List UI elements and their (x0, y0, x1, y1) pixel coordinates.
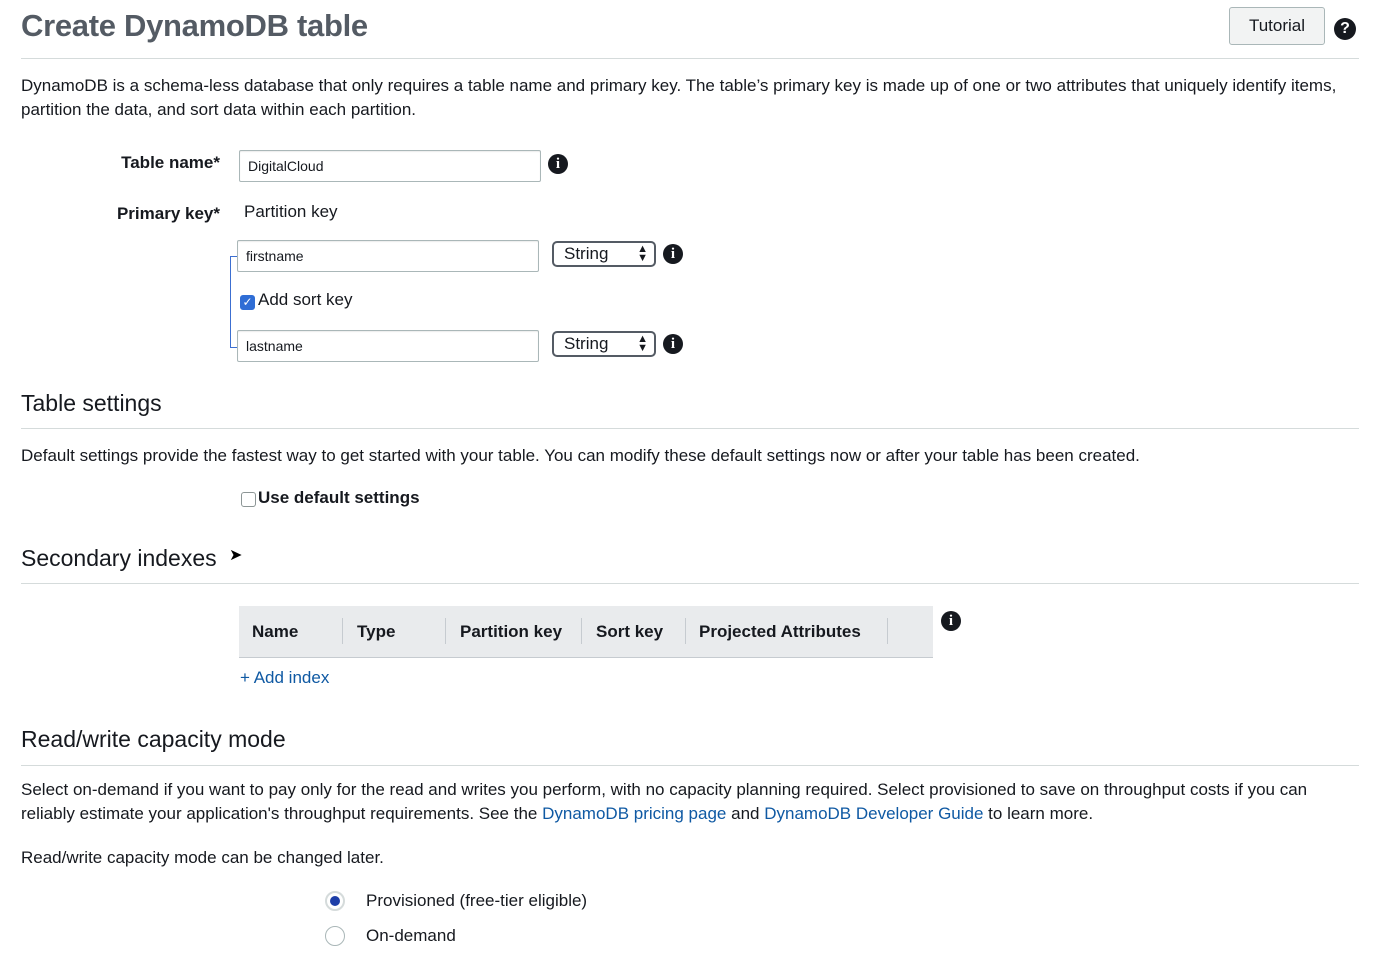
mouse-cursor-icon: ➤ (229, 547, 243, 564)
column-header-projected-attributes[interactable]: Projected Attributes (699, 622, 861, 642)
table-settings-divider (21, 428, 1359, 429)
partition-key-input[interactable] (237, 240, 539, 272)
add-sort-key-label[interactable]: Add sort key (258, 290, 353, 310)
intro-text: DynamoDB is a schema-less database that … (21, 76, 1337, 119)
secondary-indexes-divider (21, 583, 1359, 584)
page-title: Create DynamoDB table (21, 8, 368, 43)
tutorial-button[interactable]: Tutorial (1229, 7, 1325, 45)
provisioned-radio[interactable] (325, 891, 345, 911)
select-arrows-icon: ▲ ▼ (637, 243, 648, 264)
partition-key-type-value: String (564, 244, 609, 263)
secondary-indexes-info-icon[interactable]: i (941, 611, 961, 631)
table-name-info-icon[interactable]: i (548, 154, 568, 174)
column-separator (445, 618, 446, 644)
partition-key-heading: Partition key (244, 202, 338, 221)
column-separator (887, 618, 888, 644)
question-circle-icon[interactable]: ? (1334, 18, 1356, 40)
sort-key-info-icon[interactable]: i (663, 334, 683, 354)
capacity-text-after: to learn more. (988, 804, 1094, 823)
secondary-indexes-heading: Secondary indexes (21, 545, 217, 571)
sort-key-input[interactable] (237, 330, 539, 362)
select-arrows-icon: ▲ ▼ (637, 333, 648, 354)
bracket-tick-bottom (230, 347, 237, 348)
header-divider (21, 58, 1359, 59)
partition-key-info-icon[interactable]: i (663, 244, 683, 264)
column-separator (581, 618, 582, 644)
column-header-partition-key[interactable]: Partition key (460, 622, 562, 642)
table-name-input[interactable] (239, 150, 541, 182)
developer-guide-link[interactable]: DynamoDB Developer Guide (764, 804, 983, 823)
capacity-mode-text: Select on-demand if you want to pay only… (21, 778, 1351, 826)
table-settings-heading: Table settings (21, 390, 162, 416)
table-settings-text: Default settings provide the fastest way… (21, 446, 1140, 465)
column-separator (685, 618, 686, 644)
use-default-settings-checkbox[interactable] (241, 492, 256, 507)
table-name-label: Table name* (121, 153, 220, 172)
provisioned-label[interactable]: Provisioned (free-tier eligible) (366, 891, 587, 911)
add-sort-key-checkbox[interactable]: ✓ (240, 295, 255, 310)
sort-key-type-value: String (564, 334, 609, 353)
partition-key-type-select[interactable]: String ▲ ▼ (552, 241, 656, 267)
add-index-link[interactable]: + Add index (240, 668, 329, 688)
primary-key-label: Primary key* (116, 204, 220, 223)
column-header-name[interactable]: Name (252, 622, 298, 642)
capacity-mode-divider (21, 765, 1359, 766)
on-demand-label[interactable]: On-demand (366, 926, 456, 946)
capacity-change-note: Read/write capacity mode can be changed … (21, 848, 384, 867)
column-separator (342, 618, 343, 644)
bracket-tick-top (230, 256, 237, 257)
sort-key-type-select[interactable]: String ▲ ▼ (552, 331, 656, 357)
pricing-page-link[interactable]: DynamoDB pricing page (542, 804, 726, 823)
key-bracket (230, 256, 231, 348)
use-default-settings-label[interactable]: Use default settings (258, 488, 420, 508)
on-demand-radio[interactable] (325, 926, 345, 946)
capacity-mode-heading: Read/write capacity mode (21, 726, 286, 752)
column-header-type[interactable]: Type (357, 622, 395, 642)
indexes-table-header: Name Type Partition key Sort key Project… (239, 606, 933, 658)
column-header-sort-key[interactable]: Sort key (596, 622, 663, 642)
capacity-text-and: and (731, 804, 760, 823)
